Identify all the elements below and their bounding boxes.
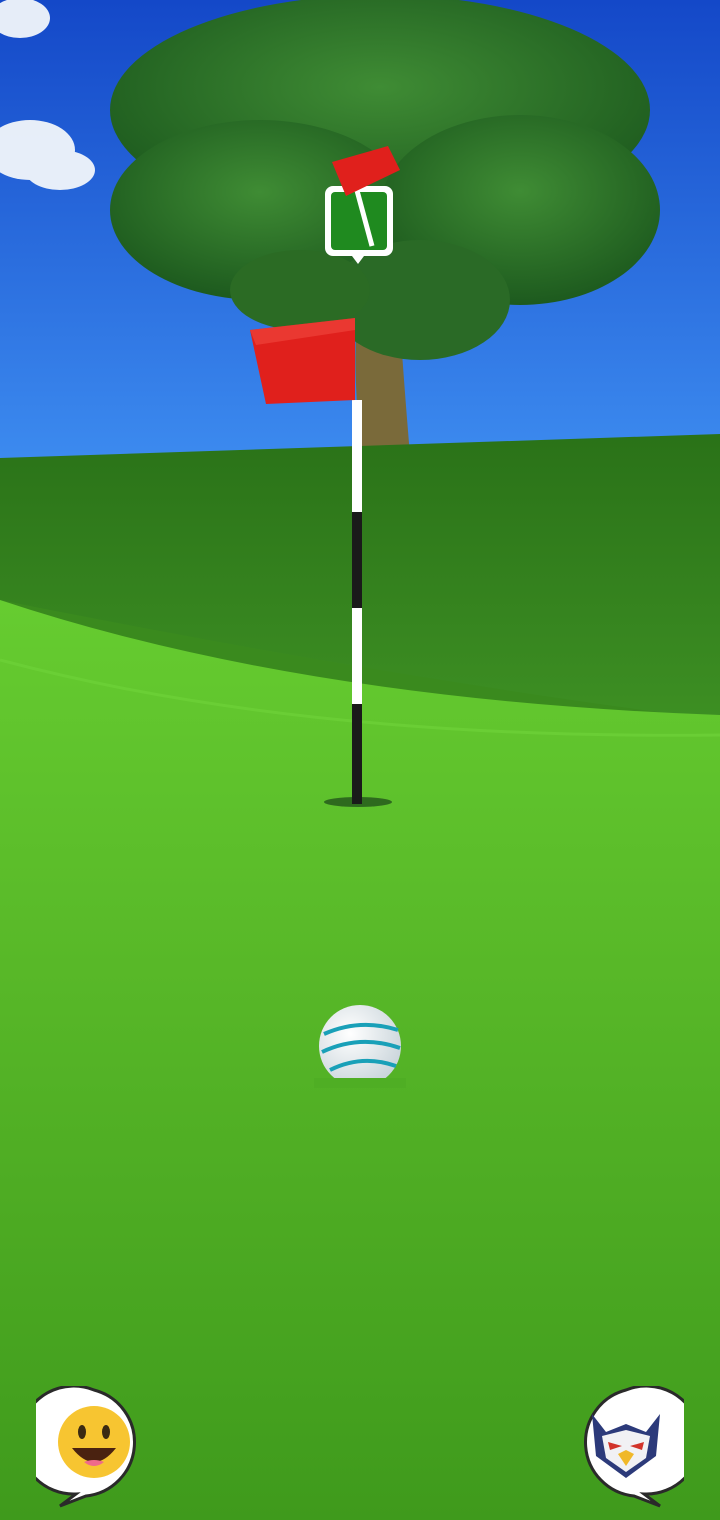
game-scene bbox=[0, 0, 720, 1520]
eagle-mascot-avatar-icon bbox=[584, 1386, 684, 1508]
flag-target-marker-icon bbox=[325, 146, 400, 264]
opponent-avatar-button[interactable] bbox=[568, 1386, 684, 1508]
emoji-chat-button[interactable] bbox=[36, 1386, 152, 1508]
grinning-face-icon bbox=[36, 1386, 136, 1508]
